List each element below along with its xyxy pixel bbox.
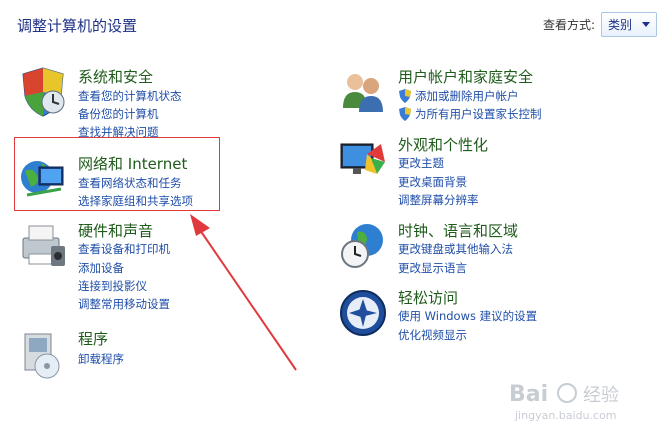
svg-text:Bai: Bai [509, 382, 548, 407]
svg-text:经验: 经验 [583, 385, 619, 406]
svg-text:jingyan.baidu.com: jingyan.baidu.com [514, 409, 617, 422]
baidu-watermark: Bai 经验 jingyan.baidu.com [509, 382, 619, 422]
annotation-arrow [190, 214, 297, 371]
